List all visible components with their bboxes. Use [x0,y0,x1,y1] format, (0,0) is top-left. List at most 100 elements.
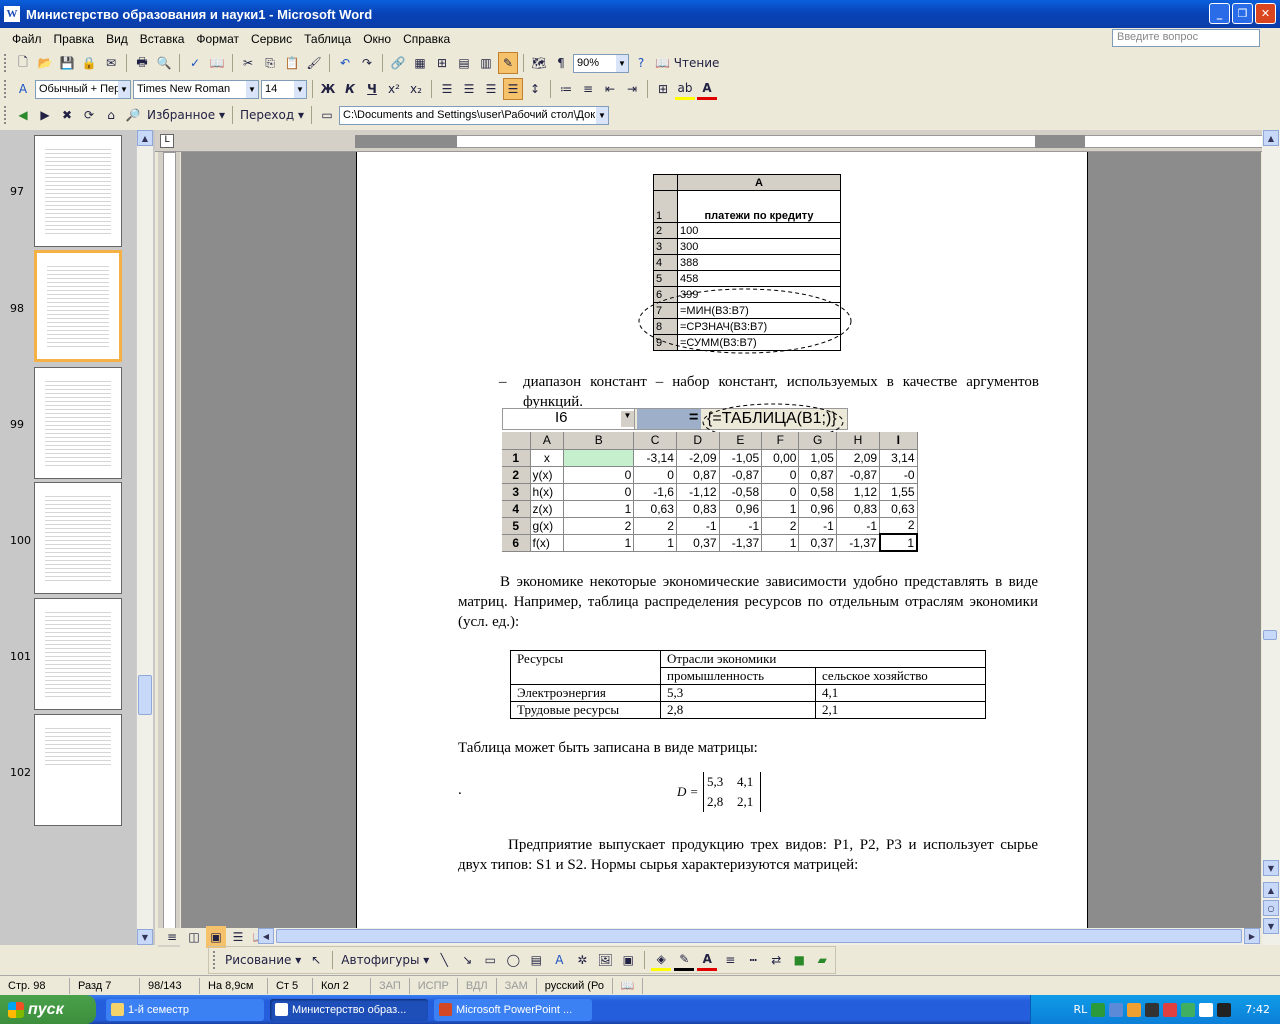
vertical-scrollbar[interactable]: ▲ ▼ ▲ ○ ▼ [1262,130,1280,945]
tray-icon[interactable] [1091,1002,1106,1017]
borders-icon[interactable]: ⊞ [653,78,673,100]
arrow-style-icon[interactable]: ⇄ [766,949,786,971]
previous-page-icon[interactable]: ▲ [1263,882,1279,898]
scroll-down-icon[interactable]: ▼ [1263,860,1279,876]
tray-icon[interactable] [1145,1002,1160,1017]
minimize-button[interactable]: _ [1209,3,1230,24]
text-box-icon[interactable]: ▤ [526,949,546,971]
vertical-ruler[interactable] [158,152,180,947]
insert-table-icon[interactable]: ⊞ [432,52,452,74]
chevron-down-icon[interactable]: ▼ [294,80,306,98]
thumbnail-page-100[interactable] [34,482,122,594]
menu-file[interactable]: Файл [6,30,48,48]
copy-icon[interactable]: ⎘ [260,52,280,74]
status-overtype[interactable]: ЗАМ [497,977,537,994]
tray-icon[interactable] [1163,1002,1178,1017]
taskbar-item-word[interactable]: Министерство образ... [270,998,428,1021]
italic-button[interactable]: К [340,78,360,100]
line-color-icon[interactable]: ✎ [674,949,695,971]
language-indicator[interactable]: RL [1074,1003,1088,1016]
document-map-icon[interactable]: 🗺 [529,52,549,74]
spelling-status-icon[interactable]: 📖 [613,977,644,994]
decrease-indent-icon[interactable]: ⇤ [600,78,620,100]
font-size-combo[interactable]: 14 ▼ [261,79,307,99]
word-app-icon[interactable]: W [4,6,20,22]
3d-style-icon[interactable]: ▰ [812,949,832,971]
line-icon[interactable]: ╲ [434,949,454,971]
hyperlink-icon[interactable]: 🔗 [388,52,408,74]
underline-button[interactable]: Ч [362,78,382,100]
style-combo[interactable]: Обычный + Пер ▼ [35,79,131,99]
columns-icon[interactable]: ▥ [476,52,496,74]
menu-edit[interactable]: Правка [48,30,101,48]
forward-icon[interactable]: ▶ [35,104,55,126]
document-area[interactable]: A 1 платежи по кредиту 2 100 3 300 4 388 5 45… [181,152,1261,928]
tray-icon[interactable] [1217,1002,1232,1017]
spelling-icon[interactable]: ✓ [185,52,205,74]
insert-excel-icon[interactable]: ▤ [454,52,474,74]
next-page-icon[interactable]: ▼ [1263,918,1279,934]
menu-window[interactable]: Окно [357,30,397,48]
menu-view[interactable]: Вид [100,30,134,48]
tables-borders-icon[interactable]: ▦ [410,52,430,74]
scroll-up-icon[interactable]: ▲ [1263,130,1279,146]
oval-icon[interactable]: ◯ [503,949,523,971]
status-track[interactable]: ИСПР [410,977,458,994]
taskbar-item-powerpoint[interactable]: Microsoft PowerPoint ... [434,998,592,1021]
outline-view-icon[interactable]: ☰ [228,926,248,948]
menu-format[interactable]: Формат [190,30,245,48]
favorites-menu[interactable]: Избранное ▾ [145,104,227,126]
chevron-down-icon[interactable]: ▼ [246,80,258,98]
bold-button[interactable]: Ж [318,78,338,100]
thumbnails-scroll-thumb[interactable] [138,675,152,715]
shadow-icon[interactable]: ■ [789,949,809,971]
close-button[interactable]: ✕ [1255,3,1276,24]
tab-selector-icon[interactable]: L [160,134,174,148]
autoshapes-menu[interactable]: Автофигуры ▾ [339,949,431,971]
open-icon[interactable]: 📂 [35,52,55,74]
tray-icon[interactable] [1199,1002,1214,1017]
thumbnail-page-97[interactable] [34,135,122,247]
home-icon[interactable]: ⌂ [101,104,121,126]
align-center-icon[interactable]: ☰ [459,78,479,100]
menu-insert[interactable]: Вставка [134,30,191,48]
chevron-down-icon[interactable]: ▼ [118,80,130,98]
print-icon[interactable]: 🖶 [132,52,152,74]
highlight-icon[interactable]: ab [675,78,695,100]
line-style-icon[interactable]: ≡ [720,949,740,971]
align-left-icon[interactable]: ☰ [437,78,457,100]
address-combo[interactable]: C:\Documents and Settings\user\Рабочий с… [339,105,609,125]
email-icon[interactable]: ✉ [101,52,121,74]
menu-table[interactable]: Таблица [298,30,357,48]
undo-icon[interactable]: ↶ [335,52,355,74]
zoom-combo[interactable]: 90% ▼ [573,53,629,73]
thumbnail-page-101[interactable] [34,598,122,710]
web-view-icon[interactable]: ◫ [184,926,204,948]
select-objects-icon[interactable]: ↖ [306,949,326,971]
chevron-down-icon[interactable]: ▼ [596,106,608,124]
print-layout-icon[interactable]: ▣ [206,925,226,948]
scroll-right-icon[interactable]: ▶ [1244,928,1260,944]
tray-icon[interactable] [1109,1002,1124,1017]
thumbnails-scrollbar[interactable]: ▲ ▼ [136,130,153,945]
stop-icon[interactable]: ✖ [57,104,77,126]
print-preview-icon[interactable]: 🔍 [154,52,174,74]
superscript-icon[interactable]: x² [384,78,404,100]
horizontal-scroll-thumb[interactable] [276,929,1242,943]
status-extend[interactable]: ВДЛ [458,977,497,994]
back-icon[interactable]: ◀ [13,104,33,126]
rectangle-icon[interactable]: ▭ [480,949,500,971]
thumbnail-page-99[interactable] [34,367,122,479]
fill-color-icon[interactable]: ◈ [651,949,672,971]
ask-question-input[interactable]: Введите вопрос [1112,29,1260,47]
font-combo[interactable]: Times New Roman ▼ [133,79,259,99]
refresh-icon[interactable]: ⟳ [79,104,99,126]
dash-style-icon[interactable]: ┅ [743,949,763,971]
wordart-icon[interactable]: A [549,949,569,971]
thumbnail-page-102[interactable] [34,714,122,826]
redo-icon[interactable]: ↷ [357,52,377,74]
status-rec[interactable]: ЗАП [371,977,410,994]
status-language[interactable]: русский (Ро [537,977,613,994]
search-web-icon[interactable]: 🔎 [123,104,143,126]
go-menu[interactable]: Переход ▾ [238,104,306,126]
